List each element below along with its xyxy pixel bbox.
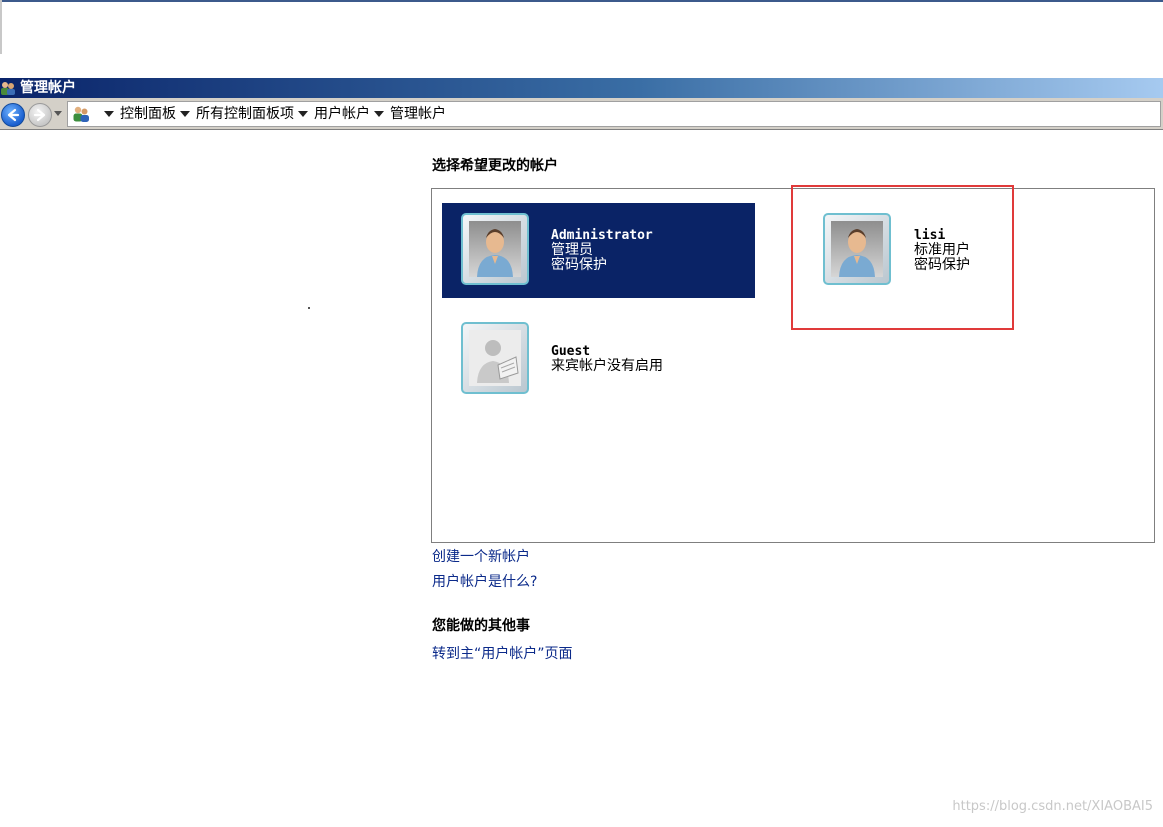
breadcrumb-all-items[interactable]: 所有控制面板项 (196, 104, 294, 124)
chevron-down-icon[interactable] (180, 111, 190, 117)
window-left-edge (0, 0, 2, 54)
users-icon (1, 82, 15, 95)
users-icon (73, 106, 89, 122)
guest-avatar-icon (461, 322, 529, 394)
arrow-left-icon (7, 108, 20, 122)
account-type: 管理员 (551, 242, 593, 258)
breadcrumb-manage-accounts[interactable]: 管理帐户 (390, 104, 446, 124)
window-top-edge (0, 0, 1163, 2)
page-title: 选择希望更改的帐户 (432, 158, 558, 174)
window-title: 管理帐户 (20, 80, 76, 96)
chevron-down-icon[interactable] (298, 111, 308, 117)
address-bar: 控制面板 所有控制面板项 用户帐户 管理帐户 (0, 98, 1163, 130)
user-avatar-icon (461, 213, 529, 285)
breadcrumb-control-panel[interactable]: 控制面板 (120, 104, 176, 124)
chevron-down-icon[interactable] (104, 111, 114, 117)
create-account-link[interactable]: 创建一个新帐户 (432, 546, 530, 566)
account-name: Guest (551, 344, 591, 359)
annotation-highlight-box (791, 185, 1014, 330)
account-password-status: 密码保护 (551, 257, 607, 273)
watermark: https://blog.csdn.net/XIAOBAI5 (952, 799, 1153, 814)
go-main-user-accounts-link[interactable]: 转到主“用户帐户”页面 (432, 643, 573, 663)
account-administrator[interactable]: Administrator 管理员 密码保护 (442, 203, 755, 298)
arrow-right-icon (33, 108, 46, 122)
what-is-account-link[interactable]: 用户帐户是什么? (432, 571, 537, 591)
account-status: 来宾帐户没有启用 (551, 358, 663, 374)
account-guest[interactable]: Guest 来宾帐户没有启用 (442, 318, 755, 403)
other-tasks-title: 您能做的其他事 (432, 618, 530, 634)
chevron-down-icon[interactable] (374, 111, 384, 117)
breadcrumb[interactable]: 控制面板 所有控制面板项 用户帐户 管理帐户 (67, 101, 1161, 127)
stray-dot (308, 307, 310, 309)
breadcrumb-user-accounts[interactable]: 用户帐户 (314, 104, 370, 124)
account-name: Administrator (551, 228, 653, 243)
title-bar[interactable]: 管理帐户 (0, 78, 1163, 98)
recent-pages-dropdown[interactable] (54, 111, 62, 116)
back-button[interactable] (1, 103, 25, 127)
forward-button[interactable] (28, 103, 52, 127)
